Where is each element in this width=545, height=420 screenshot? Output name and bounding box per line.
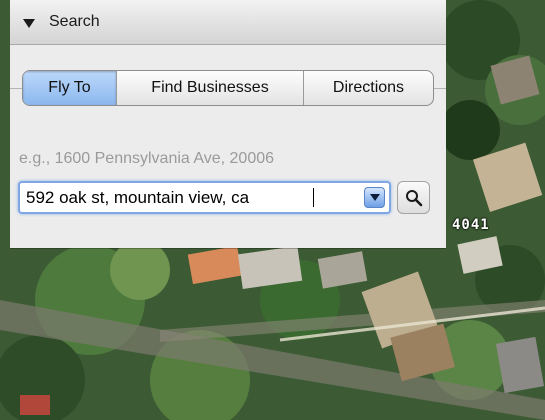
panel-title: Search (49, 13, 100, 30)
tab-directions[interactable]: Directions (304, 71, 433, 105)
search-panel-header[interactable]: Search (10, 0, 446, 45)
tab-fly-to[interactable]: Fly To (23, 71, 117, 105)
map-label: 4041 (452, 217, 490, 233)
search-button[interactable] (397, 181, 430, 214)
chevron-down-icon (369, 194, 380, 201)
search-combobox[interactable] (18, 181, 391, 214)
search-input[interactable] (26, 183, 346, 212)
disclosure-triangle-down-icon[interactable] (23, 18, 35, 28)
text-caret (313, 188, 314, 207)
search-hint: e.g., 1600 Pennsylvania Ave, 20006 (19, 150, 275, 167)
tab-find-businesses[interactable]: Find Businesses (117, 71, 304, 105)
history-dropdown-button[interactable] (364, 187, 385, 208)
search-panel: Search Fly To Find Businesses Directions… (10, 0, 446, 248)
search-tabs: Fly To Find Businesses Directions (22, 70, 434, 106)
magnifier-icon (405, 189, 422, 206)
